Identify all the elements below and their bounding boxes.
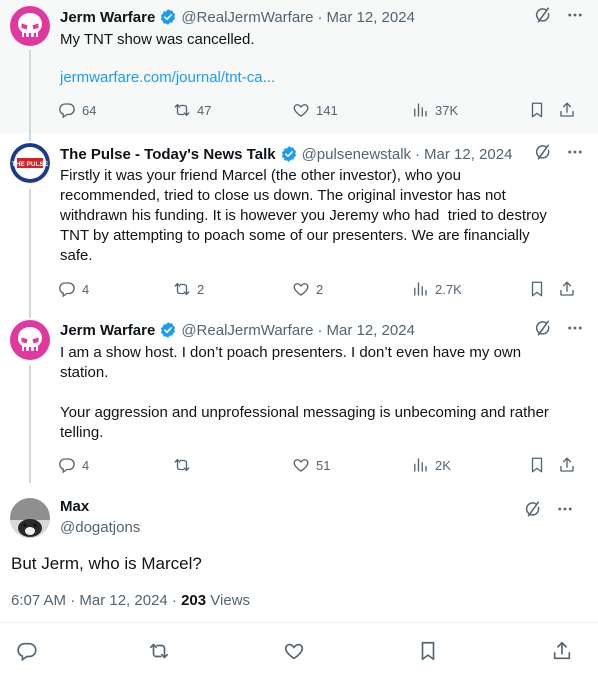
handle[interactable]: @dogatjons — [60, 519, 140, 536]
grok-icon[interactable] — [524, 500, 542, 523]
share-button[interactable] — [558, 456, 576, 474]
avatar-jerm[interactable] — [10, 6, 50, 46]
avatar-pulse[interactable]: THE PULSE — [10, 143, 50, 183]
grok-icon[interactable] — [534, 143, 552, 165]
tweet-text: My TNT show was cancelled. — [60, 31, 255, 48]
views-label: Views — [206, 592, 251, 609]
verified-badge-icon — [280, 145, 298, 163]
views-button[interactable]: 2.7K — [411, 280, 462, 298]
share-button[interactable] — [558, 280, 576, 298]
retweet-count: 47 — [197, 102, 212, 118]
thread-line — [29, 365, 31, 483]
tweet-text: Firstly it was your friend Marcel (the o… — [60, 167, 547, 264]
action-bar: 64 47 141 37K — [58, 100, 580, 120]
like-button[interactable]: 2 — [292, 280, 323, 298]
views-button[interactable]: 37K — [411, 101, 458, 119]
bookmark-button[interactable] — [528, 456, 546, 474]
views-count: 203 — [181, 592, 207, 609]
tweet-text: I am a show host. I don’t poach presente… — [60, 344, 549, 441]
more-icon[interactable] — [566, 319, 584, 341]
like-button[interactable] — [283, 640, 305, 662]
grok-icon[interactable] — [534, 6, 552, 28]
like-button[interactable]: 141 — [292, 101, 338, 119]
display-name[interactable]: Jerm Warfare — [60, 9, 155, 26]
retweet-button[interactable]: 2 — [173, 280, 204, 298]
tweet-text: But Jerm, who is Marcel? — [11, 554, 202, 573]
divider — [0, 622, 598, 623]
tweet-header: Jerm Warfare @RealJermWarfare · Mar 12, … — [60, 319, 584, 341]
bookmark-button[interactable] — [528, 101, 546, 119]
avatar-jerm[interactable] — [10, 320, 50, 360]
retweet-count: 2 — [197, 281, 205, 297]
tweet-meta: 6:07 AM · Mar 12, 2024 · 203 Views — [11, 592, 250, 609]
thread-tweet-2[interactable]: THE PULSE The Pulse - Today's News Talk … — [0, 133, 598, 313]
display-name[interactable]: Jerm Warfare — [60, 322, 155, 339]
like-count: 141 — [316, 102, 338, 118]
more-icon[interactable] — [566, 143, 584, 165]
separator: · — [317, 321, 323, 339]
handle[interactable]: @pulsenewstalk — [302, 146, 411, 163]
article-link[interactable]: jermwarfare.com/journal/tnt-ca... — [60, 69, 275, 86]
thread-tweet-1[interactable]: Jerm Warfare @RealJermWarfare · Mar 12, … — [0, 0, 598, 133]
like-count: 2 — [316, 281, 324, 297]
retweet-button[interactable] — [148, 640, 170, 662]
reply-button[interactable]: 4 — [58, 280, 89, 298]
more-icon[interactable] — [566, 6, 584, 28]
bookmark-button[interactable] — [528, 280, 546, 298]
tweet-date[interactable]: Mar 12, 2024 — [327, 9, 415, 26]
handle[interactable]: @RealJermWarfare — [181, 9, 313, 26]
tweet-timestamp[interactable]: 6:07 AM · Mar 12, 2024 · — [11, 592, 181, 609]
thread-line — [29, 189, 31, 313]
like-button[interactable]: 51 — [292, 456, 330, 474]
verified-badge-icon — [159, 321, 177, 339]
views-count: 2K — [435, 457, 451, 473]
reply-button[interactable]: 64 — [58, 101, 96, 119]
action-bar: 4 2 2 2.7K — [58, 279, 580, 299]
handle[interactable]: @RealJermWarfare — [181, 322, 313, 339]
bookmark-button[interactable] — [417, 640, 439, 662]
reply-count: 64 — [82, 102, 97, 118]
share-button[interactable] — [551, 640, 573, 662]
retweet-button[interactable] — [173, 456, 197, 474]
avatar-max[interactable] — [10, 498, 50, 538]
tweet-date[interactable]: Mar 12, 2024 — [424, 146, 512, 163]
retweet-button[interactable]: 47 — [173, 101, 211, 119]
display-name[interactable]: Max — [60, 498, 89, 515]
tweet-header: The Pulse - Today's News Talk @pulsenews… — [60, 143, 584, 165]
more-icon[interactable] — [556, 500, 574, 523]
views-button[interactable]: 2K — [411, 456, 451, 474]
reply-count: 4 — [82, 281, 90, 297]
action-bar: 4 51 2K — [58, 455, 580, 475]
share-button[interactable] — [558, 101, 576, 119]
display-name[interactable]: The Pulse - Today's News Talk — [60, 146, 276, 163]
grok-icon[interactable] — [534, 319, 552, 341]
thread-line — [29, 50, 31, 133]
focused-tweet: Max @dogatjons But Jerm, who is Marcel? … — [0, 483, 598, 685]
reply-count: 4 — [82, 457, 90, 473]
verified-badge-icon — [159, 8, 177, 26]
separator: · — [317, 8, 323, 26]
reply-button[interactable]: 4 — [58, 456, 89, 474]
thread-tweet-3[interactable]: Jerm Warfare @RealJermWarfare · Mar 12, … — [0, 313, 598, 483]
avatar-text: THE PULSE — [12, 161, 49, 168]
action-bar — [0, 640, 598, 664]
thread-line — [29, 133, 31, 141]
reply-button[interactable] — [16, 640, 38, 662]
tweet-date[interactable]: Mar 12, 2024 — [327, 322, 415, 339]
views-count: 2.7K — [435, 281, 462, 297]
tweet-header: Jerm Warfare @RealJermWarfare · Mar 12, … — [60, 6, 584, 28]
separator: · — [415, 145, 421, 163]
like-count: 51 — [316, 457, 331, 473]
thread-line — [29, 313, 31, 318]
views-count: 37K — [435, 102, 459, 118]
